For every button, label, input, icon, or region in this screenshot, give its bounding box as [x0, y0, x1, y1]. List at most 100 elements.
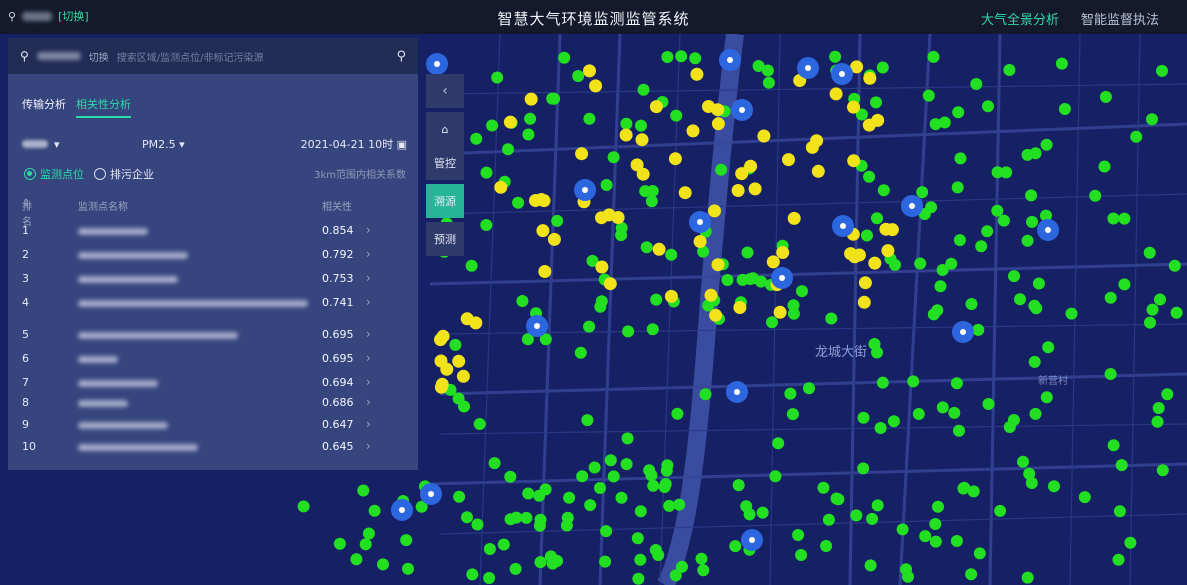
- monitoring-marker[interactable]: [546, 92, 559, 105]
- chevron-right-icon[interactable]: ›: [366, 439, 371, 453]
- monitoring-marker[interactable]: [885, 223, 899, 237]
- monitoring-marker[interactable]: [522, 487, 535, 500]
- monitoring-marker[interactable]: [494, 180, 508, 194]
- chevron-right-icon[interactable]: ›: [366, 271, 371, 285]
- monitoring-marker[interactable]: [982, 100, 994, 113]
- monitoring-marker[interactable]: [534, 323, 540, 329]
- monitoring-marker[interactable]: [652, 242, 666, 256]
- monitoring-marker[interactable]: [861, 229, 873, 242]
- monitoring-marker[interactable]: [458, 400, 470, 413]
- chevron-right-icon[interactable]: ›: [366, 375, 371, 389]
- monitoring-marker[interactable]: [779, 275, 785, 281]
- monitoring-marker[interactable]: [671, 407, 684, 420]
- monitoring-marker[interactable]: [922, 89, 935, 102]
- monitoring-marker[interactable]: [896, 523, 909, 536]
- table-row[interactable]: 2 0.792 ›: [22, 246, 407, 266]
- monitoring-marker[interactable]: [1170, 306, 1183, 319]
- monitoring-marker[interactable]: [604, 454, 617, 467]
- monitoring-marker[interactable]: [863, 170, 876, 183]
- monitoring-marker[interactable]: [650, 293, 663, 306]
- monitoring-marker[interactable]: [473, 418, 486, 430]
- monitoring-marker[interactable]: [1154, 293, 1166, 306]
- monitoring-marker[interactable]: [757, 129, 771, 143]
- monitoring-marker[interactable]: [1115, 459, 1128, 472]
- monitoring-marker[interactable]: [491, 71, 504, 84]
- monitoring-marker[interactable]: [739, 107, 745, 113]
- table-row[interactable]: 1 0.854 ›: [22, 222, 407, 242]
- monitoring-marker[interactable]: [1030, 302, 1043, 315]
- monitoring-marker[interactable]: [762, 76, 775, 89]
- monitoring-marker[interactable]: [607, 470, 620, 483]
- monitoring-marker[interactable]: [805, 65, 811, 71]
- monitoring-marker[interactable]: [333, 537, 346, 550]
- monitoring-marker[interactable]: [909, 203, 915, 209]
- monitoring-marker[interactable]: [1098, 160, 1111, 173]
- monitoring-marker[interactable]: [620, 117, 633, 130]
- monitoring-marker[interactable]: [787, 307, 800, 320]
- monitoring-marker[interactable]: [1124, 536, 1137, 549]
- monitoring-marker[interactable]: [748, 182, 762, 196]
- monitoring-marker[interactable]: [929, 535, 942, 548]
- monitoring-marker[interactable]: [502, 143, 514, 156]
- chevron-right-icon[interactable]: ›: [366, 223, 371, 237]
- monitoring-marker[interactable]: [635, 119, 647, 132]
- monitoring-marker[interactable]: [991, 204, 1004, 217]
- monitoring-marker[interactable]: [434, 61, 440, 67]
- monitoring-marker[interactable]: [551, 214, 564, 227]
- monitoring-marker[interactable]: [1130, 130, 1143, 143]
- monitoring-marker[interactable]: [951, 181, 964, 194]
- monitoring-marker[interactable]: [868, 256, 882, 270]
- table-row[interactable]: 8 0.686 ›: [22, 394, 407, 414]
- monitoring-marker[interactable]: [912, 408, 925, 420]
- monitoring-marker[interactable]: [960, 329, 966, 335]
- monitoring-marker[interactable]: [1026, 215, 1038, 228]
- monitoring-marker[interactable]: [761, 64, 774, 77]
- forecast-button[interactable]: 预测: [426, 222, 464, 256]
- monitoring-marker[interactable]: [1118, 212, 1131, 225]
- monitoring-marker[interactable]: [607, 151, 620, 164]
- monitoring-marker[interactable]: [1007, 414, 1020, 426]
- monitoring-marker[interactable]: [784, 387, 797, 400]
- monitoring-marker[interactable]: [622, 325, 635, 338]
- monitoring-marker[interactable]: [1032, 277, 1045, 290]
- monitoring-marker[interactable]: [772, 437, 785, 450]
- monitoring-marker[interactable]: [465, 259, 478, 272]
- monitoring-marker[interactable]: [660, 464, 673, 477]
- monitoring-marker[interactable]: [516, 295, 529, 307]
- monitoring-marker[interactable]: [466, 568, 479, 581]
- monitoring-marker[interactable]: [1045, 227, 1051, 233]
- monitoring-marker[interactable]: [874, 422, 887, 434]
- monitoring-marker[interactable]: [756, 506, 769, 519]
- trace-source-button[interactable]: 溯源: [426, 184, 464, 218]
- monitoring-marker[interactable]: [936, 264, 949, 276]
- monitoring-marker[interactable]: [1014, 293, 1026, 306]
- monitoring-marker[interactable]: [858, 276, 872, 290]
- chevron-right-icon[interactable]: ›: [366, 351, 371, 365]
- table-row[interactable]: 7 0.694 ›: [22, 374, 407, 394]
- monitoring-marker[interactable]: [362, 527, 375, 540]
- monitoring-marker[interactable]: [729, 540, 742, 553]
- table-row[interactable]: 3 0.753 ›: [22, 270, 407, 290]
- monitoring-marker[interactable]: [787, 211, 801, 225]
- monitoring-marker[interactable]: [950, 535, 963, 547]
- monitoring-marker[interactable]: [509, 562, 522, 575]
- tab-transport-analysis[interactable]: 传输分析: [22, 96, 66, 118]
- monitoring-marker[interactable]: [857, 411, 870, 424]
- monitoring-marker[interactable]: [889, 258, 901, 271]
- monitoring-marker[interactable]: [997, 214, 1010, 227]
- monitoring-marker[interactable]: [1021, 234, 1034, 247]
- monitoring-marker[interactable]: [470, 132, 483, 145]
- monitoring-marker[interactable]: [560, 519, 573, 532]
- monitoring-marker[interactable]: [936, 401, 949, 414]
- monitoring-marker[interactable]: [634, 553, 647, 566]
- monitoring-marker[interactable]: [970, 78, 983, 90]
- monitoring-marker[interactable]: [480, 166, 493, 179]
- monitoring-marker[interactable]: [847, 100, 860, 114]
- monitoring-marker[interactable]: [952, 106, 965, 119]
- monitoring-marker[interactable]: [1089, 189, 1102, 202]
- monitoring-marker[interactable]: [732, 479, 745, 492]
- monitoring-marker[interactable]: [914, 257, 927, 270]
- monitoring-marker[interactable]: [822, 513, 835, 526]
- monitoring-marker[interactable]: [661, 51, 674, 63]
- monitoring-marker[interactable]: [359, 538, 372, 551]
